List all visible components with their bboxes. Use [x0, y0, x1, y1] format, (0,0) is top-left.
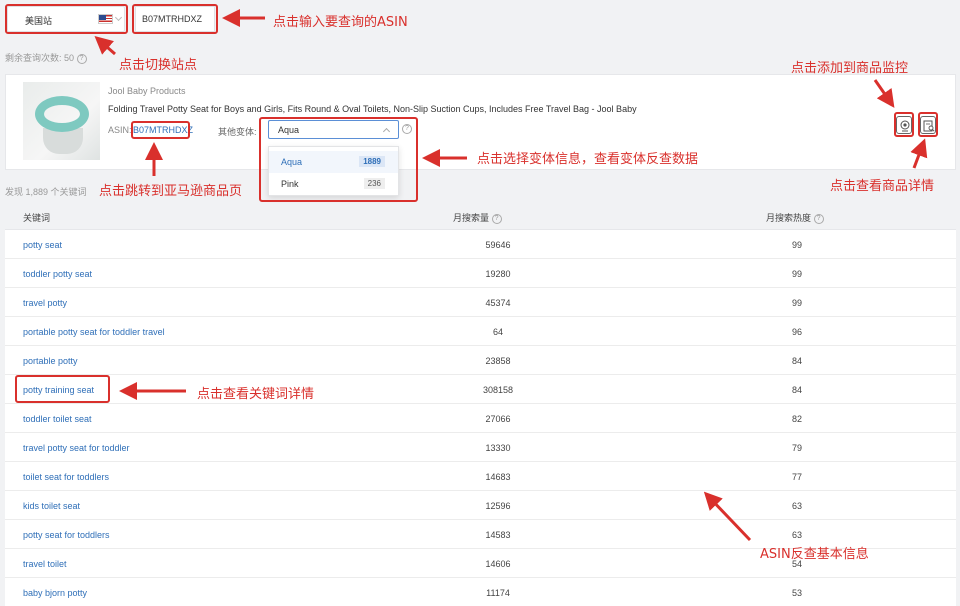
- monthly-heat: 53: [791, 588, 802, 598]
- column-volume: 月搜索量 ?: [453, 211, 502, 224]
- product-image[interactable]: [23, 82, 100, 160]
- annotation-enter-asin: 点击输入要查询的ASIN: [273, 15, 408, 30]
- annotation-select-variant: 点击选择变体信息，查看变体反查数据: [477, 152, 699, 167]
- keyword-link[interactable]: toddler toilet seat: [23, 414, 92, 424]
- monthly-volume: 27066: [485, 414, 511, 424]
- arrow-switch-site: [94, 36, 116, 56]
- column-keyword: 关键词: [23, 213, 51, 223]
- annotation-view-detail: 点击查看商品详情: [830, 179, 935, 194]
- monthly-volume: 13330: [485, 443, 511, 453]
- monthly-volume: 19280: [485, 269, 511, 279]
- keyword-link[interactable]: travel potty seat for toddler: [23, 443, 130, 453]
- annotation-switch-site: 点击切换站点: [119, 58, 198, 73]
- keyword-link[interactable]: travel potty: [23, 298, 67, 308]
- monthly-volume: 64: [492, 327, 503, 337]
- table-row: toddler potty seat 19280 99: [5, 259, 956, 288]
- monthly-heat: 84: [791, 385, 802, 395]
- keyword-link[interactable]: baby bjorn potty: [23, 588, 87, 598]
- table-row: toddler toilet seat 27066 82: [5, 404, 956, 433]
- column-heat: 月搜索热度 ?: [766, 211, 824, 224]
- table-row: portable potty seat for toddler travel 64…: [5, 317, 956, 346]
- question-circle-icon[interactable]: ?: [813, 213, 824, 224]
- monthly-heat: 99: [791, 269, 802, 279]
- monthly-volume: 308158: [482, 385, 514, 395]
- annotation-keyword-detail: 点击查看关键词详情: [197, 387, 315, 402]
- monthly-heat: 63: [791, 530, 802, 540]
- highlight-keyword: [15, 375, 110, 403]
- table-row: travel potty 45374 99: [5, 288, 956, 317]
- keyword-link[interactable]: toilet seat for toddlers: [23, 472, 109, 482]
- annotation-go-amazon: 点击跳转到亚马逊商品页: [99, 184, 243, 199]
- annotation-add-monitor: 点击添加到商品监控: [791, 61, 909, 76]
- question-circle-icon[interactable]: ?: [491, 213, 502, 224]
- keyword-link[interactable]: kids toilet seat: [23, 501, 80, 511]
- monthly-volume: 23858: [485, 356, 511, 366]
- found-count: 发现 1,889 个关键词: [5, 187, 87, 197]
- table-row: potty seat 59646 99: [5, 230, 956, 259]
- table-header: 关键词 月搜索量 ? 月搜索热度 ?: [5, 205, 956, 229]
- variant-label: 其他变体:: [218, 127, 257, 137]
- remaining-queries-label: 剩余查询次数: 50: [5, 53, 75, 63]
- table-row: travel potty seat for toddler 13330 79: [5, 433, 956, 462]
- asin-label: ASIN:: [108, 125, 132, 135]
- product-brand: Jool Baby Products: [108, 86, 186, 96]
- table-row: potty training seat 308158 84: [5, 375, 956, 404]
- monthly-heat: 84: [791, 356, 802, 366]
- monthly-heat: 63: [791, 501, 802, 511]
- highlight-monitor: [894, 112, 914, 137]
- highlight-variant: [259, 117, 418, 202]
- keyword-link[interactable]: portable potty: [23, 356, 78, 366]
- keyword-link[interactable]: toddler potty seat: [23, 269, 92, 279]
- monthly-heat: 82: [791, 414, 802, 424]
- keyword-link[interactable]: portable potty seat for toddler travel: [23, 327, 165, 337]
- monthly-heat: 77: [791, 472, 802, 482]
- product-title: Folding Travel Potty Seat for Boys and G…: [108, 104, 637, 114]
- keyword-link[interactable]: potty seat: [23, 240, 62, 250]
- monthly-volume: 59646: [485, 240, 511, 250]
- monthly-heat: 79: [791, 443, 802, 453]
- monthly-volume: 14606: [485, 559, 511, 569]
- highlight-asin-input: [132, 4, 218, 34]
- monthly-heat: 99: [791, 298, 802, 308]
- highlight-site-select: [5, 4, 128, 34]
- question-circle-icon[interactable]: ?: [76, 53, 87, 64]
- table-row: kids toilet seat 12596 63: [5, 491, 956, 520]
- monthly-volume: 11174: [486, 588, 510, 598]
- highlight-detail: [918, 112, 938, 137]
- monthly-volume: 45374: [485, 298, 511, 308]
- monthly-volume: 12596: [485, 501, 511, 511]
- table-row: baby bjorn potty 11174 53: [5, 578, 956, 606]
- keyword-link[interactable]: potty seat for toddlers: [23, 530, 110, 540]
- highlight-asin-link: [131, 121, 190, 139]
- monthly-volume: 14583: [485, 530, 511, 540]
- remaining-queries: 剩余查询次数: 50 ?: [5, 51, 87, 64]
- monthly-volume: 14683: [485, 472, 511, 482]
- monthly-heat: 96: [791, 327, 802, 337]
- annotation-basic-info: ASIN反查基本信息: [760, 547, 869, 562]
- monthly-heat: 99: [791, 240, 802, 250]
- table-row: toilet seat for toddlers 14683 77: [5, 462, 956, 491]
- keyword-link[interactable]: travel toilet: [23, 559, 67, 569]
- table-row: portable potty 23858 84: [5, 346, 956, 375]
